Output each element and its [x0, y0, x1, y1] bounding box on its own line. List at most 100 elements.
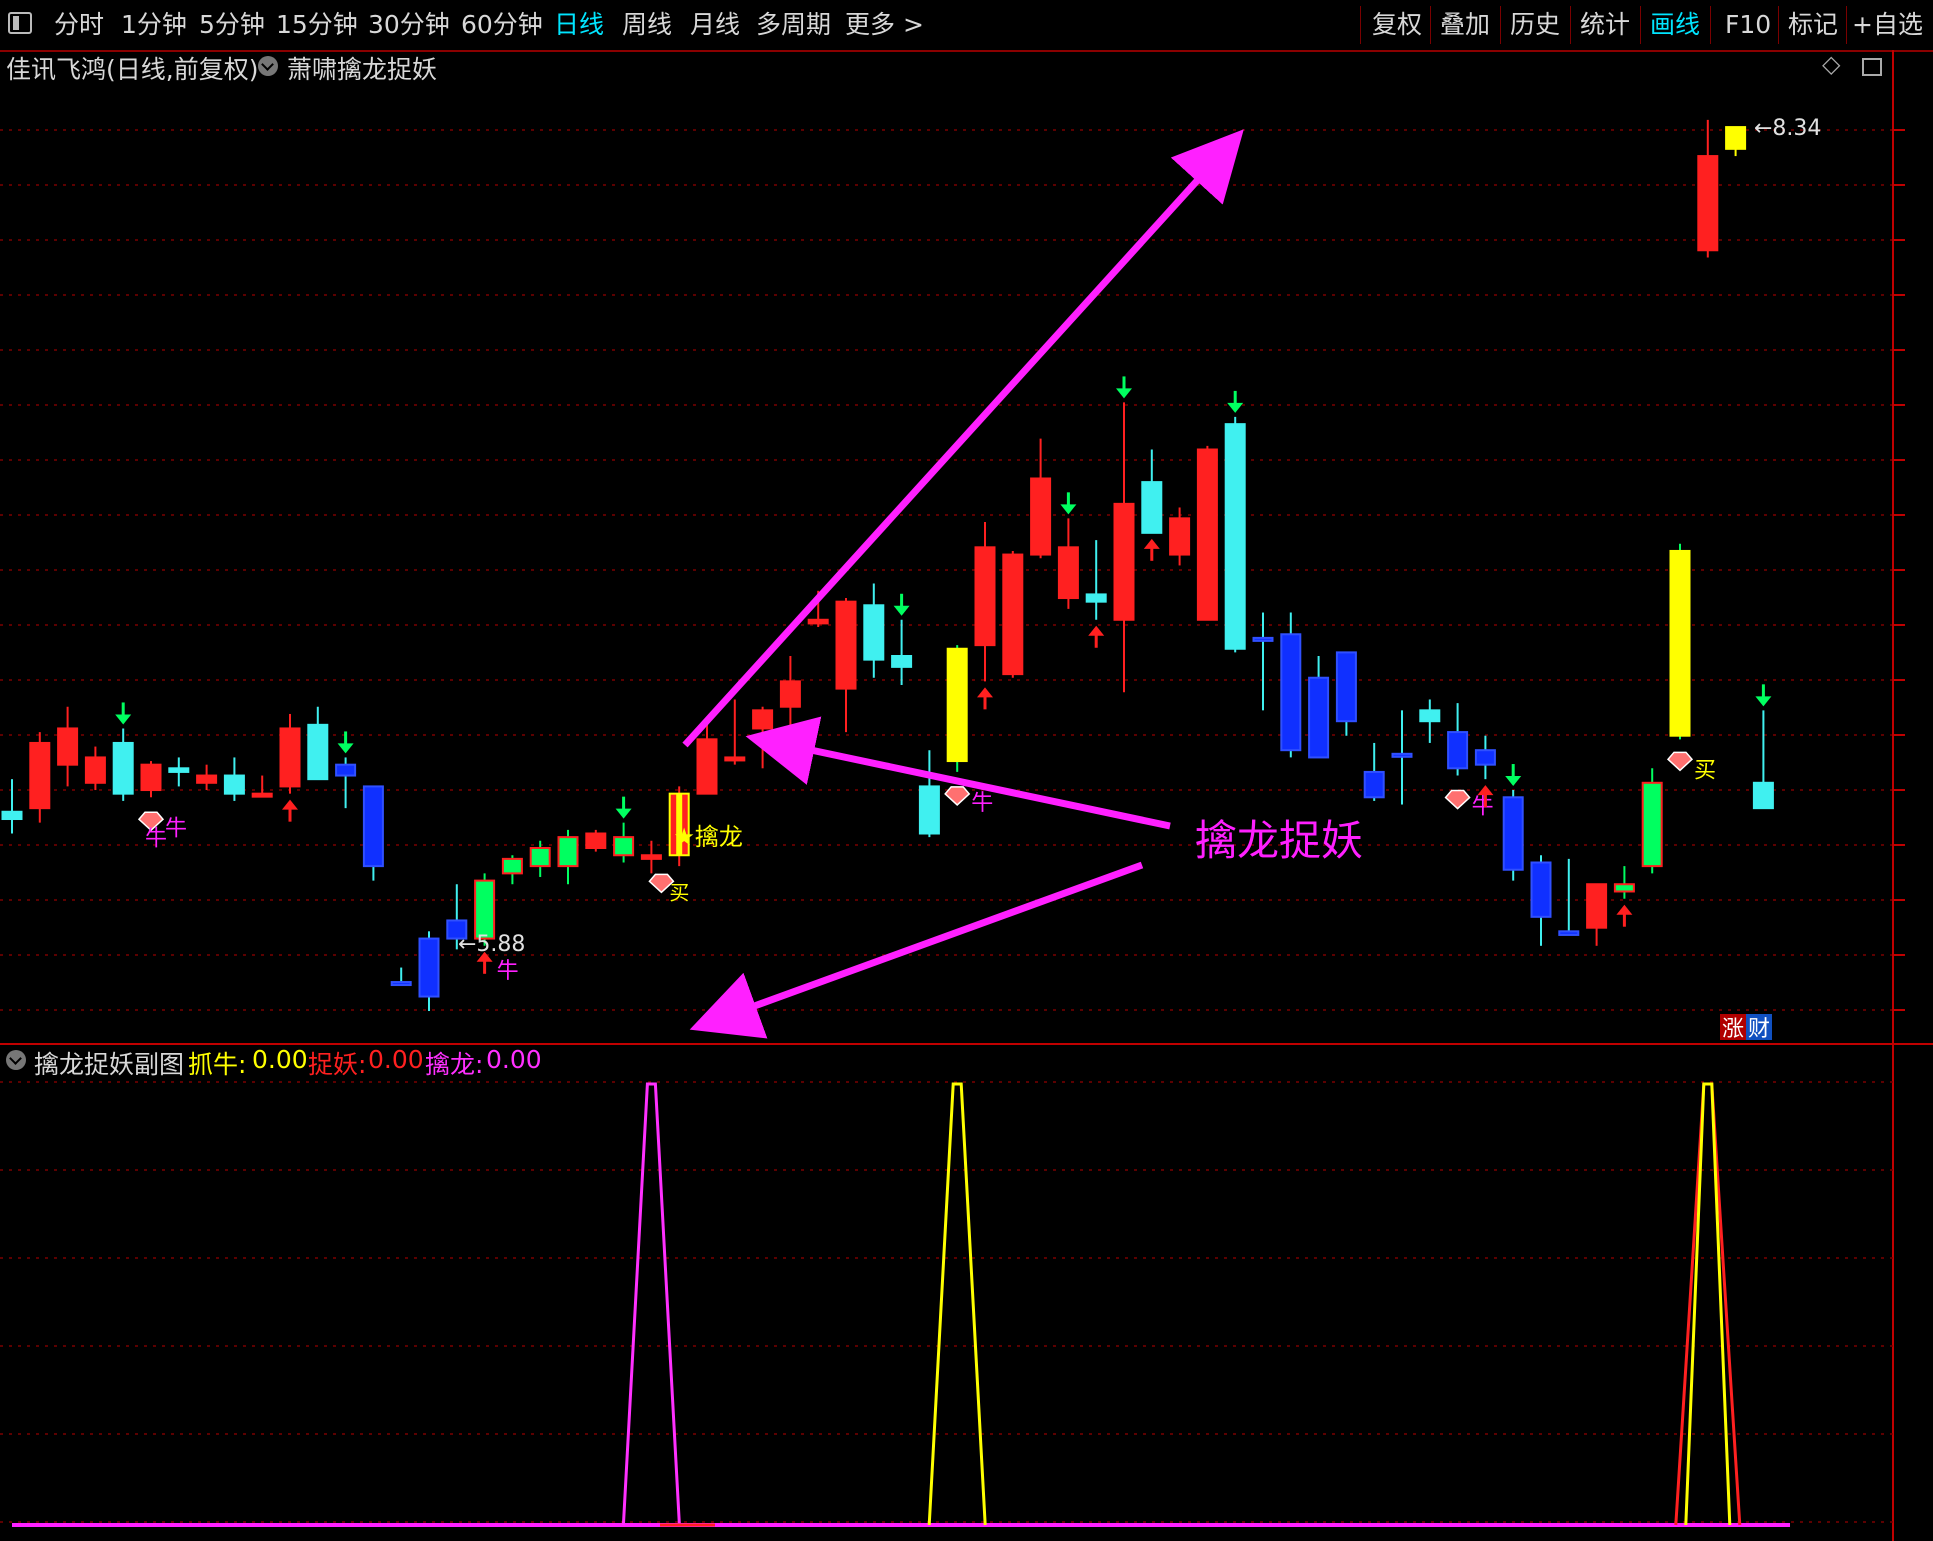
badge-cai: 财	[1748, 1017, 1770, 1042]
up-arrow-head	[1143, 538, 1160, 549]
niu-signal-label: 牛	[971, 791, 993, 816]
candle-body	[1669, 549, 1691, 737]
candle-body	[807, 618, 829, 625]
zhuaniu-peak	[927, 1082, 987, 1526]
sub-indicator-series	[12, 1082, 1790, 1527]
candle-body	[1363, 770, 1385, 799]
niu-signal-label: 牛	[1472, 795, 1494, 820]
candle-series	[1, 119, 1774, 1012]
qinlong-value: 0.00	[486, 1045, 542, 1074]
candle-body	[1057, 546, 1079, 600]
candle-body	[1308, 676, 1330, 759]
price-gridlines	[0, 129, 1905, 1011]
qinlong-signal-label: ★擒龙	[673, 823, 743, 851]
zhuoyao-label: 捉妖:	[308, 1050, 367, 1079]
candle-body	[1474, 749, 1496, 766]
candle-body	[613, 836, 635, 857]
candle-body	[196, 774, 218, 784]
candle-body	[1280, 633, 1302, 752]
candle-body	[279, 727, 301, 788]
candle-body	[1725, 126, 1747, 150]
up-arrow-head	[1477, 785, 1494, 796]
niu-signal-label: 牛	[497, 959, 519, 984]
zhuaniu-label: 抓牛:	[188, 1050, 247, 1079]
gem-icon	[1444, 789, 1471, 810]
sub-indicator-title: 擒龙捉妖副图	[34, 1050, 185, 1079]
candle-body	[307, 723, 329, 781]
bottom-right-badges: 涨 财	[1720, 1014, 1772, 1042]
candle-body	[752, 709, 774, 730]
candle-body	[501, 857, 523, 875]
candle-body	[112, 741, 134, 795]
candle-body	[1419, 709, 1441, 723]
candle-body	[390, 981, 412, 987]
candle-body	[835, 600, 857, 690]
high-price-label: ←8.34	[1754, 116, 1821, 141]
candle-body	[1113, 502, 1135, 621]
candle-body	[863, 604, 885, 661]
candle-body	[1252, 636, 1274, 642]
candle-body	[1502, 796, 1524, 871]
zhuoyao-peak	[1674, 1082, 1742, 1526]
candle-body	[1002, 553, 1024, 676]
candle-body	[1697, 155, 1719, 252]
badge-zhang: 涨	[1722, 1017, 1744, 1042]
up-arrow-head	[977, 687, 993, 698]
low-price-label: ←5.88	[458, 932, 525, 957]
down-arrow-head	[1116, 388, 1132, 399]
pointer-arrow-sub	[689, 861, 1144, 1039]
qinlong-peak	[621, 1082, 681, 1526]
candle-body	[1085, 593, 1107, 603]
zhuaniu-peak	[1684, 1082, 1732, 1526]
zhuaniu-value: 0.00	[252, 1045, 308, 1074]
down-arrow-head	[1505, 776, 1522, 787]
candle-body	[1196, 448, 1218, 621]
candle-body	[251, 792, 273, 798]
candle-body	[84, 756, 106, 784]
candle-body	[29, 741, 51, 810]
candle-body	[335, 763, 357, 777]
candle-body	[1, 810, 23, 821]
candle-body	[1335, 651, 1357, 723]
candle-body	[362, 785, 384, 868]
down-arrow-head	[615, 808, 632, 819]
candle-body	[529, 847, 551, 868]
candle-body	[974, 546, 996, 647]
candle-body	[918, 785, 940, 835]
candle-body	[557, 836, 579, 868]
down-arrow-head	[115, 714, 132, 725]
down-arrow-head	[337, 743, 354, 754]
qinlong-label: 擒龙:	[425, 1050, 484, 1079]
sub-indicator-dropdown-icon[interactable]	[6, 1050, 26, 1070]
down-arrow-head	[1060, 504, 1077, 515]
buy-signal-label: 买	[669, 880, 689, 904]
candle-body	[140, 763, 162, 792]
candle-body	[57, 727, 79, 766]
candle-body	[724, 756, 746, 762]
candle-body	[891, 655, 913, 668]
candle-body	[1141, 481, 1163, 534]
niu-signal-label: 牛	[145, 826, 167, 851]
candle-body	[223, 774, 245, 795]
up-arrow-head	[1088, 625, 1105, 636]
candle-body	[1613, 883, 1635, 893]
gem-icon	[1666, 751, 1694, 772]
candle-body	[1641, 781, 1663, 868]
down-arrow-head	[893, 605, 910, 616]
buy-signal-label: 买	[1694, 758, 1716, 783]
candle-body	[1391, 752, 1413, 758]
candle-body	[946, 647, 968, 763]
candle-body	[779, 680, 801, 708]
candle-body	[1169, 517, 1191, 556]
down-arrow-head	[1227, 402, 1244, 413]
niu-signal-label: 牛	[165, 816, 187, 841]
candle-body	[418, 937, 440, 998]
up-arrow-head	[282, 799, 298, 810]
candle-body	[1224, 423, 1246, 650]
candle-body	[640, 854, 662, 860]
candle-body	[1586, 883, 1608, 929]
sub-gridlines	[0, 1081, 1893, 1523]
candle-body	[696, 738, 718, 795]
candle-body	[1530, 861, 1552, 918]
candle-body	[1030, 477, 1052, 556]
